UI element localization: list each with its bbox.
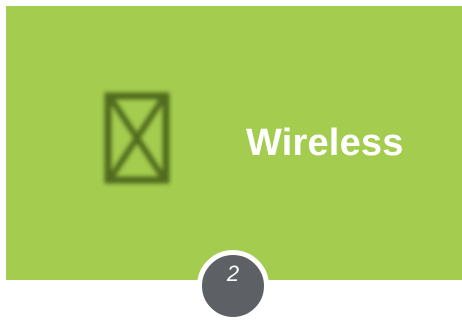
wireless-tile[interactable]: Wireless — [6, 6, 462, 280]
tile-title: Wireless — [246, 122, 404, 164]
step-number: 2 — [226, 261, 240, 286]
step-badge: 2 — [197, 250, 269, 322]
wireless-placeholder-icon — [104, 92, 170, 184]
